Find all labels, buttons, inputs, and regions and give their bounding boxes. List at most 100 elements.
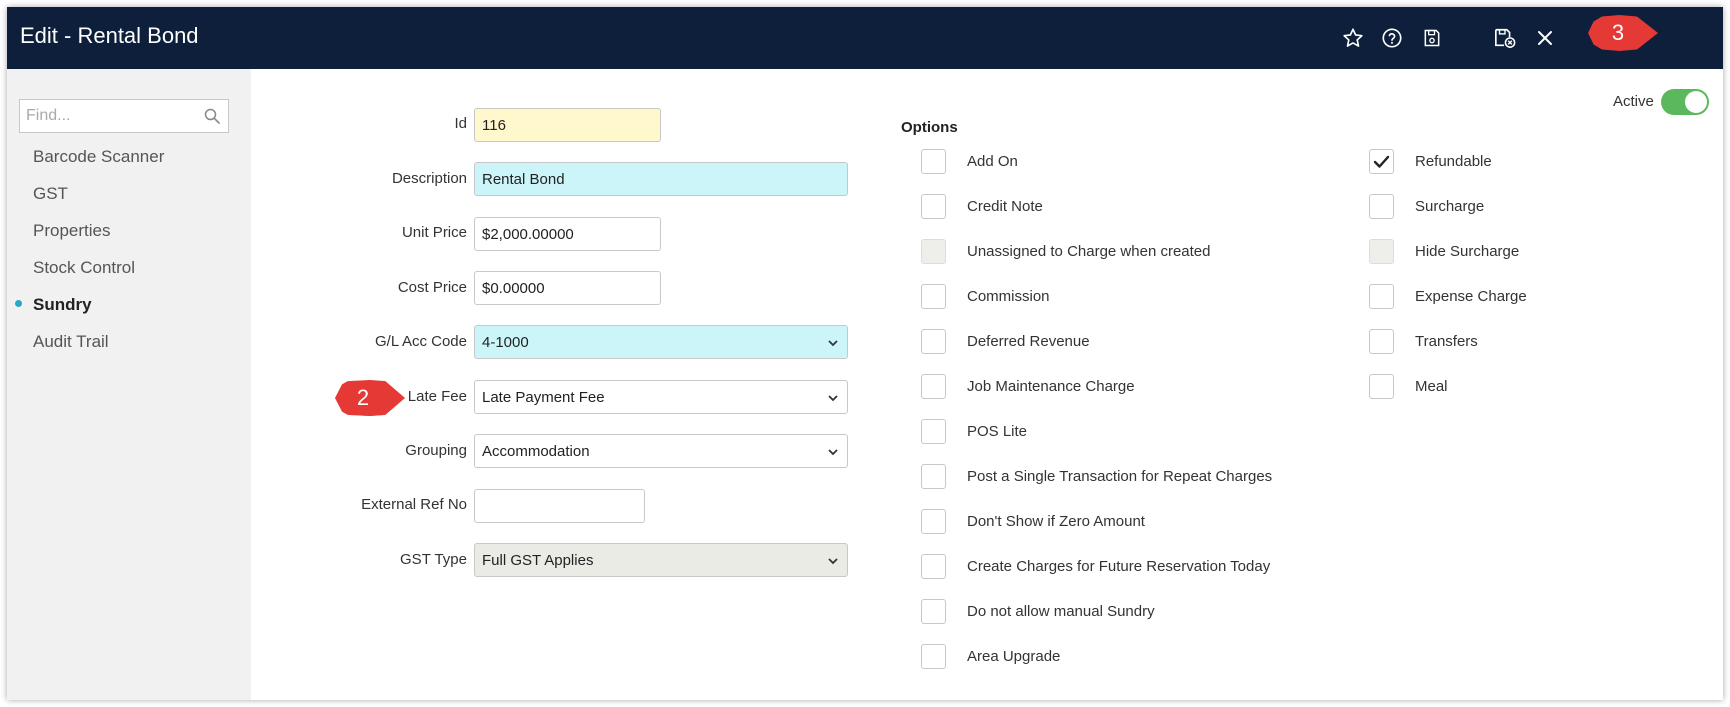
- option-label: Hide Surcharge: [1415, 242, 1520, 260]
- option-row[interactable]: Add On: [921, 148, 1018, 174]
- save-icon[interactable]: [1417, 23, 1447, 53]
- id-field[interactable]: 116: [474, 108, 661, 142]
- option-label: POS Lite: [967, 422, 1028, 440]
- edit-window: Edit - Rental Bond Barcode Scanner GST P…: [7, 7, 1723, 700]
- gst-type-select[interactable]: Full GST Applies: [474, 543, 848, 577]
- option-label: Do not allow manual Sundry: [967, 602, 1155, 620]
- gst-type-value: Full GST Applies: [482, 551, 594, 569]
- grouping-value: Accommodation: [482, 442, 590, 460]
- option-label: Don't Show if Zero Amount: [967, 512, 1145, 530]
- option-label: Meal: [1415, 377, 1448, 395]
- option-label: Area Upgrade: [967, 647, 1061, 665]
- sidebar-item-audit-trail[interactable]: Audit Trail: [33, 332, 109, 352]
- external-ref-label: External Ref No: [361, 496, 467, 513]
- sidebar-item-properties[interactable]: Properties: [33, 221, 110, 241]
- search-icon[interactable]: [204, 108, 220, 129]
- option-checkbox[interactable]: [1369, 148, 1394, 174]
- option-label: Credit Note: [967, 197, 1043, 215]
- chevron-down-icon: [827, 445, 839, 462]
- title-bar: Edit - Rental Bond: [7, 7, 1723, 69]
- option-row[interactable]: Transfers: [1369, 328, 1478, 354]
- option-checkbox: [921, 238, 946, 264]
- chevron-down-icon: [827, 336, 839, 353]
- option-label: Create Charges for Future Reservation To…: [967, 557, 1271, 575]
- window-title: Edit - Rental Bond: [20, 23, 199, 48]
- option-checkbox[interactable]: [921, 598, 946, 624]
- gl-acc-code-label: G/L Acc Code: [375, 333, 467, 350]
- sidebar-item-sundry[interactable]: Sundry: [33, 295, 92, 315]
- find-input[interactable]: [20, 100, 200, 132]
- callout-marker-3-number: 3: [1611, 20, 1625, 45]
- chevron-down-icon: [827, 554, 839, 571]
- gst-type-label: GST Type: [400, 551, 467, 568]
- option-row[interactable]: Area Upgrade: [921, 643, 1060, 669]
- option-row[interactable]: Post a Single Transaction for Repeat Cha…: [921, 463, 1272, 489]
- option-checkbox[interactable]: [921, 373, 946, 399]
- option-label: Unassigned to Charge when created: [967, 242, 1211, 260]
- option-label: Job Maintenance Charge: [967, 377, 1135, 395]
- callout-marker-2-number: 2: [356, 385, 370, 410]
- option-checkbox[interactable]: [1369, 328, 1394, 354]
- description-label: Description: [391, 170, 467, 187]
- chevron-down-icon: [827, 391, 839, 408]
- option-row[interactable]: Refundable: [1369, 148, 1492, 174]
- option-checkbox[interactable]: [921, 418, 946, 444]
- option-row[interactable]: Credit Note: [921, 193, 1043, 219]
- option-row[interactable]: Job Maintenance Charge: [921, 373, 1135, 399]
- active-label: Active: [1613, 93, 1654, 110]
- active-toggle[interactable]: [1661, 89, 1709, 115]
- option-checkbox[interactable]: [1369, 283, 1394, 309]
- checkmark-icon: [1373, 155, 1390, 168]
- option-row[interactable]: Don't Show if Zero Amount: [921, 508, 1145, 534]
- option-row[interactable]: Meal: [1369, 373, 1448, 399]
- option-checkbox[interactable]: [921, 148, 946, 174]
- toggle-knob: [1685, 91, 1707, 113]
- option-row[interactable]: Create Charges for Future Reservation To…: [921, 553, 1270, 579]
- sidebar-item-barcode-scanner[interactable]: Barcode Scanner: [33, 147, 164, 167]
- option-row[interactable]: Deferred Revenue: [921, 328, 1090, 354]
- option-row[interactable]: Do not allow manual Sundry: [921, 598, 1155, 624]
- save-and-close-icon[interactable]: [1490, 23, 1520, 53]
- option-checkbox[interactable]: [1369, 373, 1394, 399]
- cost-price-field[interactable]: $0.00000: [474, 271, 661, 305]
- option-checkbox[interactable]: [921, 643, 946, 669]
- option-label: Surcharge: [1415, 197, 1485, 215]
- option-checkbox[interactable]: [921, 283, 946, 309]
- unit-price-label: Unit Price: [401, 224, 467, 241]
- sidebar-item-gst[interactable]: GST: [33, 184, 68, 204]
- late-fee-select[interactable]: Late Payment Fee: [474, 380, 848, 414]
- find-box: [19, 99, 229, 133]
- option-row[interactable]: POS Lite: [921, 418, 1027, 444]
- gl-acc-code-select[interactable]: 4-1000: [474, 325, 848, 359]
- option-label: Transfers: [1415, 332, 1478, 350]
- callout-marker-2: 2: [335, 380, 405, 416]
- unit-price-field[interactable]: $2,000.00000: [474, 217, 661, 251]
- option-checkbox[interactable]: [921, 463, 946, 489]
- option-checkbox[interactable]: [921, 553, 946, 579]
- option-checkbox[interactable]: [921, 508, 946, 534]
- option-label: Add On: [967, 152, 1018, 170]
- option-checkbox[interactable]: [921, 193, 946, 219]
- option-checkbox[interactable]: [1369, 193, 1394, 219]
- grouping-label: Grouping: [405, 442, 467, 459]
- help-icon[interactable]: [1377, 23, 1407, 53]
- option-row[interactable]: Commission: [921, 283, 1050, 309]
- description-field[interactable]: Rental Bond: [474, 162, 848, 196]
- option-label: Refundable: [1415, 152, 1492, 170]
- external-ref-field[interactable]: [474, 489, 645, 523]
- option-label: Post a Single Transaction for Repeat Cha…: [967, 467, 1273, 485]
- option-label: Commission: [967, 287, 1050, 305]
- option-row[interactable]: Expense Charge: [1369, 283, 1527, 309]
- sidebar: Barcode Scanner GST Properties Stock Con…: [7, 69, 251, 700]
- option-checkbox: [1369, 238, 1394, 264]
- option-checkbox[interactable]: [921, 328, 946, 354]
- grouping-select[interactable]: Accommodation: [474, 434, 848, 468]
- option-row[interactable]: Hide Surcharge: [1369, 238, 1519, 264]
- close-icon[interactable]: [1530, 23, 1560, 53]
- sidebar-item-stock-control[interactable]: Stock Control: [33, 258, 135, 278]
- options-title: Options: [901, 119, 958, 136]
- option-row[interactable]: Surcharge: [1369, 193, 1484, 219]
- active-item-dot: [15, 300, 22, 307]
- option-row[interactable]: Unassigned to Charge when created: [921, 238, 1211, 264]
- star-icon[interactable]: [1338, 23, 1368, 53]
